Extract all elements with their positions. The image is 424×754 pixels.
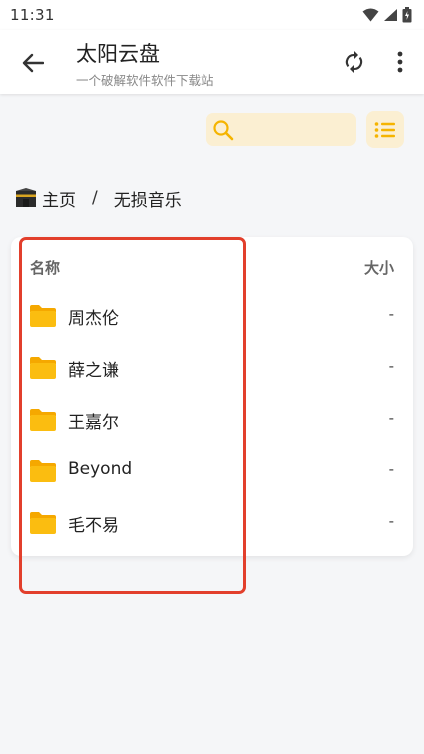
breadcrumb: 主页 / 无损音乐	[15, 185, 182, 211]
back-button[interactable]	[18, 48, 48, 78]
breadcrumb-current: 无损音乐	[113, 190, 182, 211]
status-bar: 11:31	[0, 0, 424, 30]
folder-name: 毛不易	[68, 516, 119, 536]
column-header-name[interactable]: 名称	[30, 257, 60, 278]
column-header-size[interactable]: 大小	[364, 257, 394, 278]
screen: 11:31 太阳云盘 一个破解软件软件下载站 主页 / 无损音乐 名称 大小 周…	[0, 0, 424, 754]
more-options-button[interactable]	[386, 46, 414, 78]
folder-name: 王嘉尔	[68, 413, 119, 433]
app-bar: 太阳云盘 一个破解软件软件下载站	[0, 30, 424, 94]
refresh-button[interactable]	[338, 46, 370, 78]
folder-row[interactable]: Beyond -	[11, 446, 413, 498]
kaaba-home-icon	[16, 188, 36, 207]
folder-row[interactable]: 王嘉尔 -	[11, 395, 413, 447]
list-icon	[374, 121, 395, 138]
status-time: 11:31	[10, 6, 55, 24]
arrow-back-icon	[22, 53, 44, 73]
folder-size: -	[388, 305, 394, 323]
battery-icon	[402, 7, 412, 23]
folder-icon	[30, 460, 56, 482]
search-input[interactable]	[238, 113, 348, 146]
search-icon	[213, 119, 234, 140]
more-vert-icon	[397, 51, 403, 73]
wifi-icon	[362, 8, 379, 22]
folder-row[interactable]: 周杰伦 -	[11, 291, 413, 343]
folder-icon	[30, 305, 56, 327]
breadcrumb-separator: /	[92, 188, 98, 208]
folder-name: 周杰伦	[68, 309, 119, 329]
folder-size: -	[388, 460, 394, 478]
folder-row[interactable]: 薛之谦 -	[11, 343, 413, 395]
folder-size: -	[388, 357, 394, 375]
system-icons	[362, 7, 412, 23]
search-box[interactable]	[206, 113, 356, 146]
breadcrumb-home[interactable]: 主页	[42, 186, 76, 211]
signal-icon	[384, 9, 397, 21]
sync-icon	[345, 51, 363, 73]
folder-icon	[30, 357, 56, 379]
app-subtitle: 一个破解软件软件下载站	[76, 73, 214, 88]
file-list: 名称 大小 周杰伦 - 薛之谦 - 王嘉尔 - Beyond - 毛不易 -	[11, 237, 413, 556]
folder-size: -	[388, 409, 394, 427]
folder-icon	[30, 512, 56, 534]
app-title: 太阳云盘	[76, 42, 160, 66]
view-toggle-button[interactable]	[366, 111, 404, 148]
folder-row[interactable]: 毛不易 -	[11, 498, 413, 550]
folder-name: 薛之谦	[68, 361, 119, 381]
folder-name: Beyond	[68, 459, 133, 479]
folder-icon	[30, 409, 56, 431]
folder-size: -	[388, 512, 394, 530]
